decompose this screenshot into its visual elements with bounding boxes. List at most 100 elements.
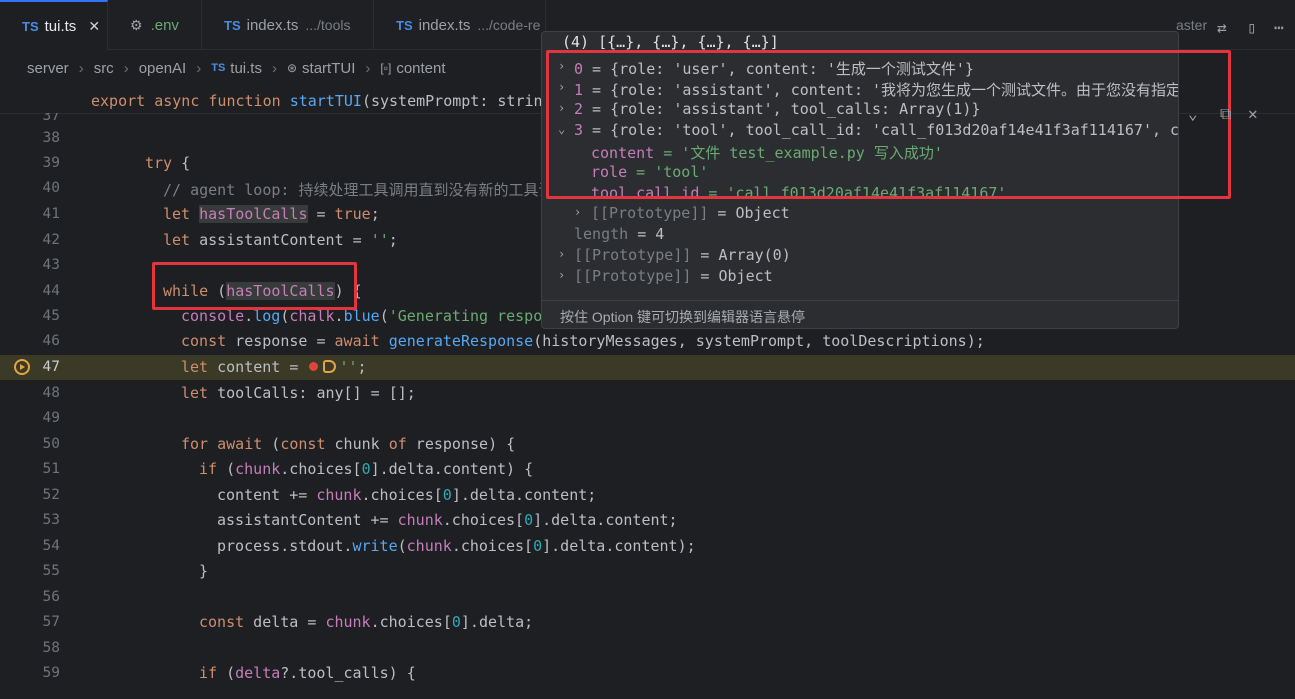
code-line[interactable]: 51 if (chunk.choices[0].delta.content) { [0, 457, 1295, 482]
breadcrumb-item[interactable]: src [94, 60, 114, 77]
tab-description: .../tools [305, 17, 351, 33]
line-number: 49 [42, 410, 60, 426]
tab-label: index.ts [246, 16, 299, 34]
more-actions-icon[interactable]: ⋯ [1274, 18, 1284, 37]
current-execution-line[interactable]: 47 let content = ''; [0, 355, 1295, 380]
code-line[interactable]: 49 [0, 406, 1295, 431]
tab-description: .../code-re [477, 17, 541, 33]
code-text: const response = await generateResponse(… [181, 332, 985, 350]
tab-label: .env [150, 16, 179, 34]
line-number: 37 [42, 113, 60, 124]
close-icon[interactable]: ✕ [1248, 104, 1258, 123]
line-number: 48 [42, 385, 60, 401]
function-icon: ⊛ [286, 61, 298, 75]
code-line[interactable]: 56 [0, 585, 1295, 610]
line-number: 50 [42, 436, 60, 452]
inline-breakpoint-icon[interactable] [309, 362, 319, 371]
code-text: const delta = chunk.choices[0].delta; [199, 613, 534, 631]
line-number: 51 [42, 461, 60, 477]
popup-row[interactable]: › [[Prototype]] = Object [542, 267, 1178, 288]
line-number: 45 [42, 308, 60, 324]
line-number: 53 [42, 512, 60, 528]
code-line[interactable]: 50 for await (const chunk of response) { [0, 432, 1295, 457]
line-number: 41 [42, 206, 60, 222]
breadcrumb-item[interactable]: content [396, 60, 445, 77]
code-text: for await (const chunk of response) { [181, 435, 516, 453]
popup-footer-hint: 按住 Option 键可切换到编辑器语言悬停 [542, 300, 1178, 328]
code-text: let assistantContent = ''; [163, 231, 398, 249]
gear-icon: ⚙ [130, 16, 143, 33]
code-text: let content = ''; [181, 358, 367, 376]
tab-env[interactable]: ⚙ .env [108, 0, 202, 50]
line-number: 56 [42, 589, 60, 605]
code-line[interactable]: 48 let toolCalls: any[] = []; [0, 381, 1295, 406]
typescript-icon: TS [211, 62, 226, 74]
chevron-right-icon[interactable]: › [574, 205, 581, 219]
chevron-right-icon[interactable]: › [558, 247, 565, 261]
code-text: try { [145, 154, 191, 172]
chevron-right-icon: › [271, 59, 277, 77]
breadcrumb-item[interactable]: server [27, 60, 69, 77]
code-text: if (delta?.tool_calls) { [199, 664, 416, 682]
sticky-code: export async function startTUI(systemPro… [91, 92, 543, 110]
line-number: 42 [42, 232, 60, 248]
line-number: 54 [42, 538, 60, 554]
breadcrumb-item[interactable]: startTUI [302, 60, 355, 77]
breadcrumb: server › src › openAI › TS tui.ts › ⊛ st… [27, 58, 446, 78]
annotation-box-messages [546, 50, 1231, 199]
tab-index-code-re[interactable]: TS index.ts .../code-re [374, 0, 546, 50]
find-in-selection-icon[interactable]: ⧉ [1220, 104, 1231, 124]
code-comment: // agent loop: 持续处理工具调用直到没有新的工具调 [163, 181, 554, 199]
popup-header: (4) [{…}, {…}, {…}, {…}] [562, 33, 779, 51]
breadcrumb-item[interactable]: openAI [139, 60, 187, 77]
compare-changes-icon[interactable]: ⇄ [1217, 18, 1227, 37]
annotation-box-while [152, 262, 357, 310]
close-icon[interactable]: ✕ [88, 18, 100, 35]
code-text: let hasToolCalls = true; [163, 205, 380, 223]
line-number: 39 [42, 155, 60, 171]
tab-index-tools[interactable]: TS index.ts .../tools [202, 0, 374, 50]
breadcrumb-item[interactable]: tui.ts [230, 60, 262, 77]
code-text: let toolCalls: any[] = []; [181, 384, 416, 402]
line-number: 58 [42, 640, 60, 656]
typescript-icon: TS [22, 18, 39, 34]
popup-row[interactable]: › [[Prototype]] = Object [542, 204, 1178, 225]
line-number: 38 [42, 130, 60, 146]
popup-row[interactable]: › [[Prototype]] = Array(0) [542, 246, 1178, 267]
code-line[interactable]: 57 const delta = chunk.choices[0].delta; [0, 610, 1295, 635]
code-line[interactable]: 55 } [0, 559, 1295, 584]
code-text: content += chunk.choices[0].delta.conten… [217, 486, 597, 504]
chevron-right-icon: › [196, 59, 202, 77]
line-number: 57 [42, 614, 60, 630]
code-line[interactable]: 53 assistantContent += chunk.choices[0].… [0, 508, 1295, 533]
chevron-right-icon: › [365, 59, 371, 77]
line-number: 46 [42, 333, 60, 349]
chevron-down-icon[interactable]: ⌄ [1188, 104, 1198, 123]
line-number: 47 [42, 359, 60, 375]
tab-overflow-label: aster [1176, 17, 1208, 33]
code-text: } [199, 562, 209, 580]
code-line[interactable]: 58 [0, 636, 1295, 661]
line-number: 52 [42, 487, 60, 503]
typescript-icon: TS [224, 17, 241, 33]
code-text: assistantContent += chunk.choices[0].del… [217, 511, 678, 529]
line-number: 40 [42, 180, 60, 196]
tab-tui-ts[interactable]: TS tui.ts ✕ [0, 0, 108, 50]
code-text: if (chunk.choices[0].delta.content) { [199, 460, 534, 478]
tab-label: tui.ts [44, 17, 77, 35]
inline-execution-icon[interactable] [323, 360, 337, 373]
chevron-right-icon[interactable]: › [558, 268, 565, 282]
split-editor-icon[interactable]: ▯ [1247, 18, 1257, 37]
code-line[interactable]: 59 if (delta?.tool_calls) { [0, 661, 1295, 686]
code-line[interactable]: 52 content += chunk.choices[0].delta.con… [0, 483, 1295, 508]
popup-row[interactable]: length = 4 [542, 225, 1178, 246]
code-text: process.stdout.write(chunk.choices[0].de… [217, 537, 696, 555]
code-line[interactable]: 54 process.stdout.write(chunk.choices[0]… [0, 534, 1295, 559]
chevron-right-icon: › [123, 59, 129, 77]
variable-icon: [▫] [380, 61, 392, 75]
line-number: 44 [42, 283, 60, 299]
line-number: 43 [42, 257, 60, 273]
chevron-right-icon: › [78, 59, 84, 77]
typescript-icon: TS [396, 17, 413, 33]
code-line[interactable]: 46 const response = await generateRespon… [0, 329, 1295, 354]
